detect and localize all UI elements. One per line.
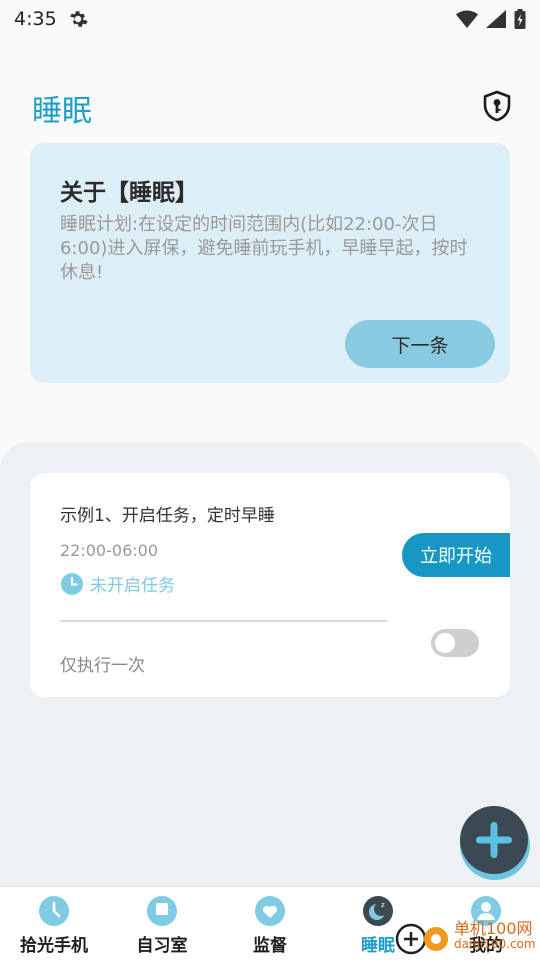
watermark-text: 单机100网 — [454, 919, 533, 938]
book-icon — [147, 896, 177, 926]
battery-icon — [514, 9, 526, 29]
nav-label: 拾光手机 — [20, 936, 88, 956]
nav-label: 监督 — [253, 936, 287, 956]
about-title: 关于【睡眠】 — [60, 180, 198, 206]
task-time-range: 22:00-06:00 — [60, 541, 158, 560]
heart-icon — [255, 896, 285, 926]
status-icons — [456, 9, 526, 29]
wifi-icon — [456, 10, 478, 28]
task-card[interactable]: 示例1、开启任务，定时早睡 22:00-06:00 未开启任务 仅执行一次 立即… — [30, 473, 510, 697]
clock-icon — [61, 572, 83, 595]
start-now-button[interactable]: 立即开始 — [402, 533, 510, 577]
nav-item-supervise[interactable]: 监督 — [216, 887, 324, 960]
svg-text:z: z — [381, 901, 385, 909]
add-task-button[interactable] — [458, 804, 532, 882]
about-card: 关于【睡眠】 睡眠计划:在设定的时间范围内(比如22:00-次日6:00)进入屏… — [30, 143, 510, 383]
watermark-text-group: 单机100网 danji100.com — [454, 919, 536, 952]
about-description: 睡眠计划:在设定的时间范围内(比如22:00-次日6:00)进入屏保，避免睡前玩… — [60, 214, 468, 283]
nav-label: 睡眠 — [361, 936, 395, 956]
moon-icon: z — [363, 896, 393, 926]
toggle-knob — [435, 633, 455, 653]
watermark: 单机100网 danji100.com — [394, 912, 540, 960]
repeat-toggle[interactable] — [431, 629, 479, 657]
gear-icon — [69, 11, 88, 27]
repeat-label: 仅执行一次 — [60, 656, 145, 676]
watermark-sub: danji100.com — [454, 937, 536, 951]
nav-item-phone[interactable]: 拾光手机 — [0, 887, 108, 960]
task-status: 未开启任务 — [60, 571, 175, 596]
page-title: 睡眠 — [32, 94, 92, 129]
nav-item-study-room[interactable]: 自习室 — [108, 887, 216, 960]
next-tip-button[interactable]: 下一条 — [345, 320, 495, 368]
task-status-text: 未开启任务 — [90, 576, 175, 596]
signal-icon — [486, 10, 506, 28]
shield-key-icon[interactable] — [481, 90, 513, 122]
status-bar: 4:35 — [0, 0, 540, 38]
nav-label: 自习室 — [136, 936, 188, 956]
task-title: 示例1、开启任务，定时早睡 — [60, 506, 275, 526]
status-time: 4:35 — [14, 8, 57, 30]
watermark-logo-icon — [395, 923, 448, 955]
plus-icon — [476, 822, 512, 858]
fab-circle — [460, 806, 528, 874]
clock-icon — [39, 896, 69, 926]
divider — [60, 620, 387, 622]
